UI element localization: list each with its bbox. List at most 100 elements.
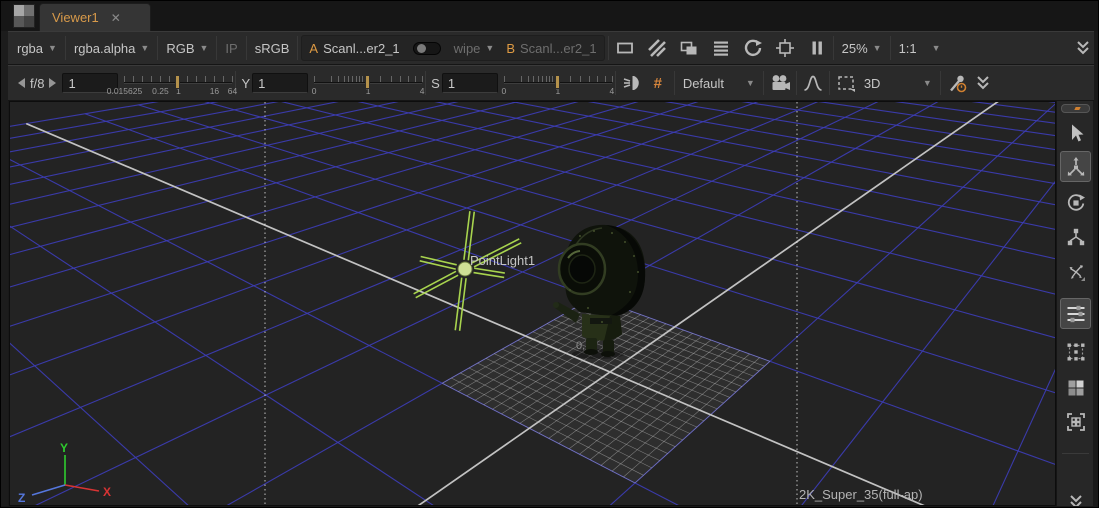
viewport-3d-scene[interactable]: 0,1PointLight1YXZ bbox=[10, 102, 1056, 506]
translate-tool[interactable] bbox=[1060, 151, 1091, 182]
grid-line bbox=[10, 102, 958, 506]
separator bbox=[763, 71, 764, 95]
viewer-toolbar-top: rgba▼ rgba.alpha▼ RGB▼ IP sRGB A Scanl..… bbox=[8, 31, 1099, 65]
marquee-icon[interactable] bbox=[833, 71, 859, 95]
viewer-window: Viewer1 ✕ rgba▼ rgba.alpha▼ RGB▼ IP sRGB… bbox=[0, 0, 1099, 508]
zoom-level-dropdown[interactable]: 25%▼ bbox=[837, 36, 887, 60]
saturation-label: S bbox=[429, 71, 442, 95]
gizmo-x-label: X bbox=[103, 485, 111, 499]
overlay-windows-icon[interactable] bbox=[676, 36, 702, 60]
multi-slider-tool[interactable] bbox=[1060, 298, 1091, 329]
frame-view-tool[interactable] bbox=[1060, 406, 1091, 437]
ab-compare-group: A Scanl...er2_1 wipe▼ B Scanl...er2_1 bbox=[301, 35, 604, 61]
channels-dropdown[interactable]: rgba▼ bbox=[12, 36, 62, 60]
viewer-side-toolbar bbox=[1056, 101, 1093, 506]
grid-line bbox=[10, 102, 871, 506]
separator bbox=[940, 71, 941, 95]
light-ray bbox=[416, 275, 458, 298]
grid-line bbox=[10, 103, 1056, 506]
grid-line bbox=[10, 134, 1056, 506]
eyedropper-icon[interactable] bbox=[944, 71, 970, 95]
viewer-handle[interactable] bbox=[1061, 104, 1090, 113]
chevron-down-icon: ▼ bbox=[932, 43, 941, 53]
transform-axes-tool[interactable] bbox=[1060, 256, 1091, 287]
pixel-aspect-dropdown[interactable]: 1:1▼ bbox=[894, 36, 946, 60]
gamma-slider[interactable]: 014 bbox=[314, 70, 422, 96]
collapse-toolbar-icon[interactable] bbox=[970, 71, 996, 95]
viewer-toolbar-exposure: f/8 0.0156250.2511664 Y 014 S 014 # Defa… bbox=[8, 65, 1099, 101]
slider-label: 0 bbox=[312, 86, 317, 96]
rotate-tool[interactable] bbox=[1060, 187, 1091, 218]
character-part bbox=[587, 307, 589, 309]
hatch-proxy-icon[interactable] bbox=[644, 36, 670, 60]
refresh-icon[interactable] bbox=[740, 36, 766, 60]
character-part bbox=[590, 318, 612, 324]
close-icon[interactable]: ✕ bbox=[111, 11, 121, 25]
grid-line bbox=[410, 102, 1056, 495]
display-channel-dropdown[interactable]: RGB▼ bbox=[161, 36, 213, 60]
manipulator-grid-tool[interactable] bbox=[1060, 336, 1091, 367]
character-part bbox=[569, 255, 595, 283]
light-ray bbox=[474, 273, 505, 278]
gain-slider[interactable]: 0.0156250.2511664 bbox=[124, 70, 232, 96]
slider-label: 0.25 bbox=[152, 86, 169, 96]
fstop-label[interactable]: f/8 bbox=[25, 71, 49, 95]
chevron-down-icon: ▼ bbox=[485, 43, 494, 53]
tab-label: Viewer1 bbox=[52, 10, 99, 25]
gamma-input[interactable] bbox=[252, 73, 308, 93]
format-outline-icon[interactable] bbox=[612, 36, 638, 60]
slider-handle[interactable] bbox=[175, 75, 180, 89]
saturation-input[interactable] bbox=[442, 73, 498, 93]
layer-dropdown[interactable]: rgba.alpha▼ bbox=[69, 36, 154, 60]
quad-view-tool[interactable] bbox=[1060, 372, 1091, 403]
separator bbox=[829, 71, 830, 95]
scanlines-icon[interactable] bbox=[708, 36, 734, 60]
grid-line bbox=[10, 102, 558, 506]
camera-icon[interactable] bbox=[767, 71, 793, 95]
view-mode-dropdown[interactable]: 3D▼ bbox=[859, 71, 937, 95]
viewport-3d[interactable]: 0,1PointLight1YXZ 2K_Super_35(full-ap) bbox=[9, 101, 1056, 506]
input-process-button[interactable]: IP bbox=[220, 36, 242, 60]
slider-label: 0 bbox=[501, 86, 506, 96]
collapse-toolbar-button[interactable] bbox=[1060, 486, 1091, 508]
character-part bbox=[601, 321, 603, 323]
character-part bbox=[637, 271, 639, 273]
wireframe-grid-icon[interactable]: # bbox=[645, 71, 671, 95]
scale-tool[interactable] bbox=[1060, 221, 1091, 252]
gizmo-z-label: Z bbox=[18, 491, 25, 505]
input-a-dropdown[interactable]: A Scanl...er2_1 bbox=[304, 36, 404, 60]
lut-dropdown[interactable]: Default▼ bbox=[678, 71, 760, 95]
character-part bbox=[633, 255, 635, 257]
pane-splitter-icon[interactable] bbox=[13, 4, 35, 28]
select-tool[interactable] bbox=[1060, 117, 1091, 148]
wipe-mode-dropdown[interactable]: wipe▼ bbox=[449, 36, 500, 60]
chevron-down-icon: ▼ bbox=[200, 43, 209, 53]
wipe-toggle[interactable] bbox=[413, 42, 441, 55]
grid-line bbox=[10, 146, 1056, 506]
headlight-icon[interactable] bbox=[619, 71, 645, 95]
character-part bbox=[624, 241, 626, 243]
fstop-decrease-button[interactable] bbox=[18, 78, 25, 88]
separator bbox=[157, 36, 158, 60]
separator bbox=[890, 36, 891, 60]
slider-handle[interactable] bbox=[555, 75, 560, 89]
pause-icon[interactable] bbox=[804, 36, 830, 60]
roi-icon[interactable] bbox=[772, 36, 798, 60]
slider-label: 64 bbox=[228, 86, 237, 96]
separator bbox=[216, 36, 217, 60]
tab-viewer1[interactable]: Viewer1 ✕ bbox=[39, 3, 151, 31]
slider-handle[interactable] bbox=[365, 75, 370, 89]
curve-icon[interactable] bbox=[800, 71, 826, 95]
collapse-toolbar-icon[interactable] bbox=[1070, 36, 1096, 60]
character-part bbox=[593, 230, 595, 232]
input-b-dropdown[interactable]: B Scanl...er2_1 bbox=[501, 36, 601, 60]
character-part bbox=[553, 302, 559, 308]
viewer-lut-button[interactable]: sRGB bbox=[250, 36, 295, 60]
separator bbox=[246, 36, 247, 60]
tab-bar: Viewer1 ✕ bbox=[1, 1, 1099, 31]
light-ray bbox=[414, 271, 456, 294]
saturation-slider[interactable]: 014 bbox=[504, 70, 612, 96]
fstop-increase-button[interactable] bbox=[49, 78, 56, 88]
point-light[interactable] bbox=[414, 211, 522, 331]
slider-label: 4 bbox=[609, 86, 614, 96]
